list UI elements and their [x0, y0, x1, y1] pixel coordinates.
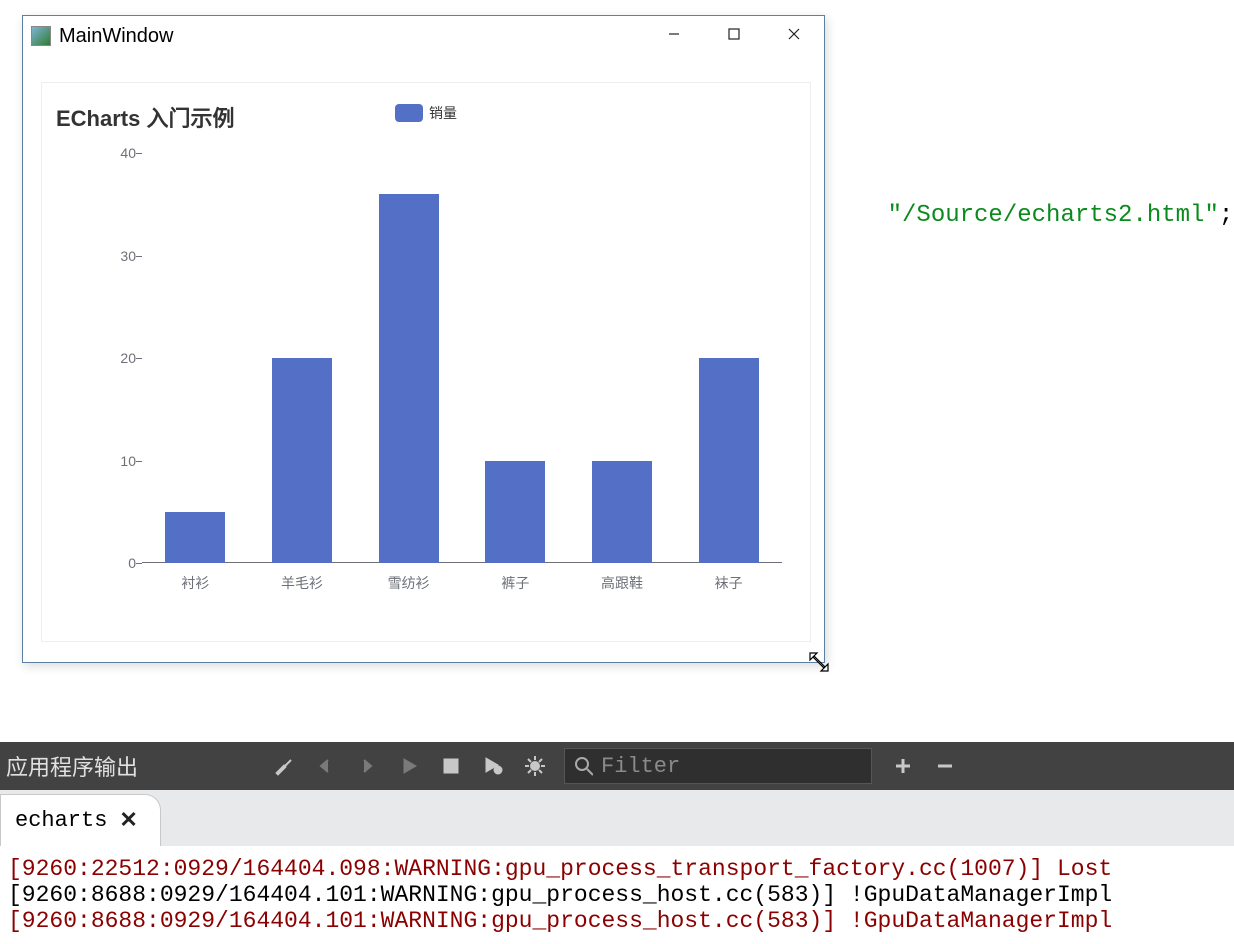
- y-tick: [136, 358, 142, 359]
- code-fragment: "/Source/echarts2.html";: [830, 175, 1233, 256]
- chevron-right-icon: [358, 757, 376, 775]
- output-tabs: echarts ✕: [0, 790, 1234, 846]
- y-tick-label: 30: [110, 248, 136, 264]
- output-toolbar: 应用程序输出: [0, 742, 1234, 790]
- y-tick-label: 20: [110, 350, 136, 366]
- run-debug-button[interactable]: [472, 742, 514, 790]
- output-tab-label: echarts: [15, 808, 107, 833]
- stop-button[interactable]: [430, 742, 472, 790]
- prev-output-button[interactable]: [304, 742, 346, 790]
- y-tick-label: 10: [110, 453, 136, 469]
- next-output-button[interactable]: [346, 742, 388, 790]
- y-tick-label: 40: [110, 145, 136, 161]
- close-button[interactable]: [764, 16, 824, 52]
- stop-icon: [441, 756, 461, 776]
- code-semicolon: ;: [1219, 202, 1233, 229]
- x-tick-label: 袜子: [689, 573, 769, 593]
- zoom-out-button[interactable]: [924, 742, 966, 790]
- legend-swatch-icon: [395, 104, 423, 122]
- app-icon: [31, 26, 51, 46]
- broom-icon: [272, 755, 294, 777]
- chart-legend[interactable]: 销量: [395, 103, 457, 123]
- legend-label: 销量: [429, 103, 457, 123]
- resize-cursor-icon: [807, 650, 831, 674]
- log-line: [9260:8688:0929/164404.101:WARNING:gpu_p…: [8, 908, 1226, 934]
- main-window: MainWindow ECharts 入门示例 销量 010203040衬衫羊毛…: [22, 15, 825, 663]
- maximize-button[interactable]: [704, 16, 764, 52]
- minimize-button[interactable]: [644, 16, 704, 52]
- x-tick-label: 雪纺衫: [369, 573, 449, 593]
- output-title: 应用程序输出: [4, 750, 262, 782]
- play-icon: [399, 756, 419, 776]
- bar[interactable]: [165, 512, 225, 563]
- output-log[interactable]: [9260:22512:0929/164404.098:WARNING:gpu_…: [0, 846, 1234, 944]
- bar[interactable]: [699, 358, 759, 563]
- y-tick: [136, 563, 142, 564]
- minus-icon: [935, 756, 955, 776]
- titlebar[interactable]: MainWindow: [23, 16, 824, 56]
- x-tick-label: 裤子: [475, 573, 555, 593]
- x-tick-label: 羊毛衫: [262, 573, 342, 593]
- clear-output-button[interactable]: [262, 742, 304, 790]
- chevron-left-icon: [316, 757, 334, 775]
- settings-button[interactable]: [514, 742, 556, 790]
- filter-input[interactable]: [599, 753, 863, 780]
- log-line: [9260:8688:0929/164404.101:WARNING:gpu_p…: [8, 882, 1226, 908]
- code-string-literal: "/Source/echarts2.html": [888, 202, 1219, 229]
- chart-container: ECharts 入门示例 销量 010203040衬衫羊毛衫雪纺衫裤子高跟鞋袜子: [41, 82, 811, 642]
- plus-icon: [893, 756, 913, 776]
- run-button[interactable]: [388, 742, 430, 790]
- x-axis-line: [142, 562, 782, 563]
- y-tick: [136, 153, 142, 154]
- bar[interactable]: [485, 461, 545, 564]
- bar[interactable]: [379, 194, 439, 563]
- x-tick-label: 高跟鞋: [582, 573, 662, 593]
- x-tick-label: 衬衫: [155, 573, 235, 593]
- search-icon: [573, 755, 593, 777]
- bar[interactable]: [272, 358, 332, 563]
- chart-plot: 010203040衬衫羊毛衫雪纺衫裤子高跟鞋袜子: [142, 153, 782, 563]
- log-line: [9260:22512:0929/164404.098:WARNING:gpu_…: [8, 856, 1226, 882]
- window-title: MainWindow: [59, 25, 173, 48]
- y-tick: [136, 256, 142, 257]
- output-tab-echarts[interactable]: echarts ✕: [0, 794, 161, 846]
- gear-icon: [524, 755, 546, 777]
- play-bug-icon: [482, 755, 504, 777]
- y-tick: [136, 461, 142, 462]
- close-tab-icon[interactable]: ✕: [119, 808, 137, 834]
- window-controls: [644, 16, 824, 52]
- zoom-in-button[interactable]: [882, 742, 924, 790]
- filter-box[interactable]: [564, 748, 872, 784]
- y-tick-label: 0: [110, 555, 136, 571]
- bar[interactable]: [592, 461, 652, 564]
